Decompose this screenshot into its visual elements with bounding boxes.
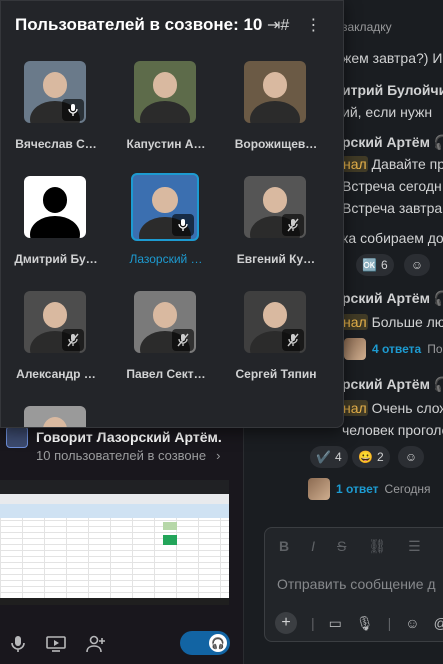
speaking-indicator: Говорит Лазорский Артём. xyxy=(6,426,222,448)
participants-popover: Пользователей в созвоне: 10 ⇥# ⋮ Вячесла… xyxy=(0,0,344,428)
link-icon[interactable]: ⛓ xyxy=(368,538,386,555)
message-text: человек проголосо xyxy=(342,422,443,438)
headset-toggle[interactable]: 🎧 xyxy=(180,631,230,655)
popover-title: Пользователей в созвоне: 10 xyxy=(15,15,263,34)
mic-icon[interactable] xyxy=(10,635,26,658)
avatar xyxy=(24,406,86,427)
mention-tag[interactable]: нал xyxy=(342,314,368,330)
message-text: нал Давайте пр xyxy=(342,156,443,172)
message-sender[interactable]: рский Артём 🎧 xyxy=(342,376,443,393)
participant-tile[interactable]: Вячеслав С… xyxy=(1,61,111,171)
participant-name: Вячеслав С… xyxy=(15,137,97,151)
participant-name: Павел Сект… xyxy=(126,367,206,381)
emoji-icon[interactable]: ☺ xyxy=(405,615,419,631)
message-sender[interactable]: рский Артём 🎧 xyxy=(342,290,443,307)
avatar xyxy=(244,61,306,123)
check-emoji-icon: ✔️ xyxy=(316,450,331,464)
mic-icon xyxy=(62,99,84,121)
composer-tools: + | ▭ 🎙 | ☺ @ xyxy=(275,612,443,634)
mic-muted-icon xyxy=(282,329,304,351)
participant-tile[interactable]: Дмитрий Бу… xyxy=(1,176,111,286)
bold-icon[interactable]: B xyxy=(279,538,289,555)
thread-replies[interactable]: 1 ответ Сегодня xyxy=(308,478,431,500)
mention-tag[interactable]: нал xyxy=(342,400,368,416)
add-reaction-button[interactable]: ☺ xyxy=(398,446,424,468)
message-text: нал Больше лю xyxy=(342,314,443,330)
participant-name: Сергей Тяпин xyxy=(235,367,317,381)
participant-name: Капустин А… xyxy=(126,137,206,151)
participant-tile[interactable]: Евгений Ку… xyxy=(221,176,331,286)
headphones-icon: 🎧 xyxy=(433,290,443,306)
participant-name: Дмитрий Бу… xyxy=(14,252,98,266)
participant-tile[interactable]: Капустин А… xyxy=(111,61,221,171)
screen-share-preview[interactable] xyxy=(0,480,229,605)
participant-count[interactable]: 10 пользователей в созвоне › xyxy=(36,448,220,463)
add-person-icon[interactable] xyxy=(86,635,106,658)
message-text: Встреча сегодн xyxy=(342,178,442,194)
bookmark-text: закладку xyxy=(342,20,392,34)
message-text: ка собираем до xyxy=(342,230,443,246)
avatar xyxy=(308,478,330,500)
message-sender[interactable]: рский Артём 🎧 xyxy=(342,134,443,151)
add-channel-icon[interactable]: ⇥# xyxy=(267,15,289,35)
screen-share-icon[interactable] xyxy=(46,635,66,658)
mic-icon xyxy=(172,214,194,236)
message-sender[interactable]: итрий Булойчик xyxy=(342,82,443,98)
message-text: Встреча завтра xyxy=(342,200,443,216)
avatar xyxy=(134,61,196,123)
avatar xyxy=(24,176,86,238)
mic-muted-icon xyxy=(282,214,304,236)
thread-replies[interactable]: 4 ответа По xyxy=(344,338,443,360)
avatar xyxy=(6,426,28,448)
headphones-icon: 🎧 xyxy=(209,634,227,652)
headphones-icon: 🎧 xyxy=(433,376,443,392)
smile-emoji-icon: 😀 xyxy=(358,450,373,464)
headphones-icon: 🎧 xyxy=(433,134,443,150)
participant-name: Евгений Ку… xyxy=(236,252,316,266)
video-clip-icon[interactable]: ▭ xyxy=(329,615,342,632)
list-icon[interactable]: ☰ xyxy=(408,538,421,555)
participant-tile[interactable]: Сергей Тяпин xyxy=(221,291,331,401)
mic-muted-icon xyxy=(172,329,194,351)
add-emoji-icon: ☺ xyxy=(404,450,418,464)
participant-tile[interactable]: Ворожищев… xyxy=(221,61,331,171)
add-reaction-button[interactable]: ☺ xyxy=(404,254,430,276)
avatar xyxy=(344,338,366,360)
participant-name: Ворожищев… xyxy=(234,137,318,151)
more-vertical-icon[interactable]: ⋮ xyxy=(305,15,321,35)
popover-actions: ⇥# ⋮ xyxy=(267,15,321,35)
mic-muted-icon xyxy=(62,329,84,351)
participant-name: Лазорский … xyxy=(129,252,203,266)
mention-tag[interactable]: нал xyxy=(342,156,368,172)
reaction-check[interactable]: ✔️ 4 xyxy=(310,446,348,468)
participant-tile[interactable]: Лазорский … xyxy=(111,173,221,286)
participant-tile[interactable]: Александр … xyxy=(1,291,111,401)
mention-at-icon[interactable]: @ xyxy=(434,615,443,631)
ok-emoji-icon: 🆗 xyxy=(362,258,377,272)
message-input[interactable]: Отправить сообщение д xyxy=(277,576,436,592)
mic-icon[interactable]: 🎙 xyxy=(356,615,374,632)
message-text: ий, если нужн xyxy=(342,104,433,120)
message-text: нал Очень слож xyxy=(342,400,443,416)
chevron-right-icon: › xyxy=(216,448,221,463)
strikethrough-icon[interactable]: S xyxy=(337,538,346,555)
italic-icon[interactable]: I xyxy=(311,538,315,555)
participant-tile[interactable] xyxy=(1,406,111,427)
add-emoji-icon: ☺ xyxy=(410,258,424,272)
message-composer[interactable]: B I S ⛓ ☰ Отправить сообщение д + | ▭ 🎙 … xyxy=(264,527,443,642)
huddle-window: закладку жем завтра?) И итрий Булойчик и… xyxy=(0,0,443,664)
attach-plus-button[interactable]: + xyxy=(275,612,297,634)
reaction-smile[interactable]: 😀 2 xyxy=(352,446,390,468)
participant-tile[interactable]: Павел Сект… xyxy=(111,291,221,401)
message-text: жем завтра?) И xyxy=(342,50,443,66)
reaction-ok[interactable]: 🆗 6 xyxy=(356,254,394,276)
format-toolbar: B I S ⛓ ☰ xyxy=(279,538,421,555)
participant-name: Александр … xyxy=(16,367,96,381)
